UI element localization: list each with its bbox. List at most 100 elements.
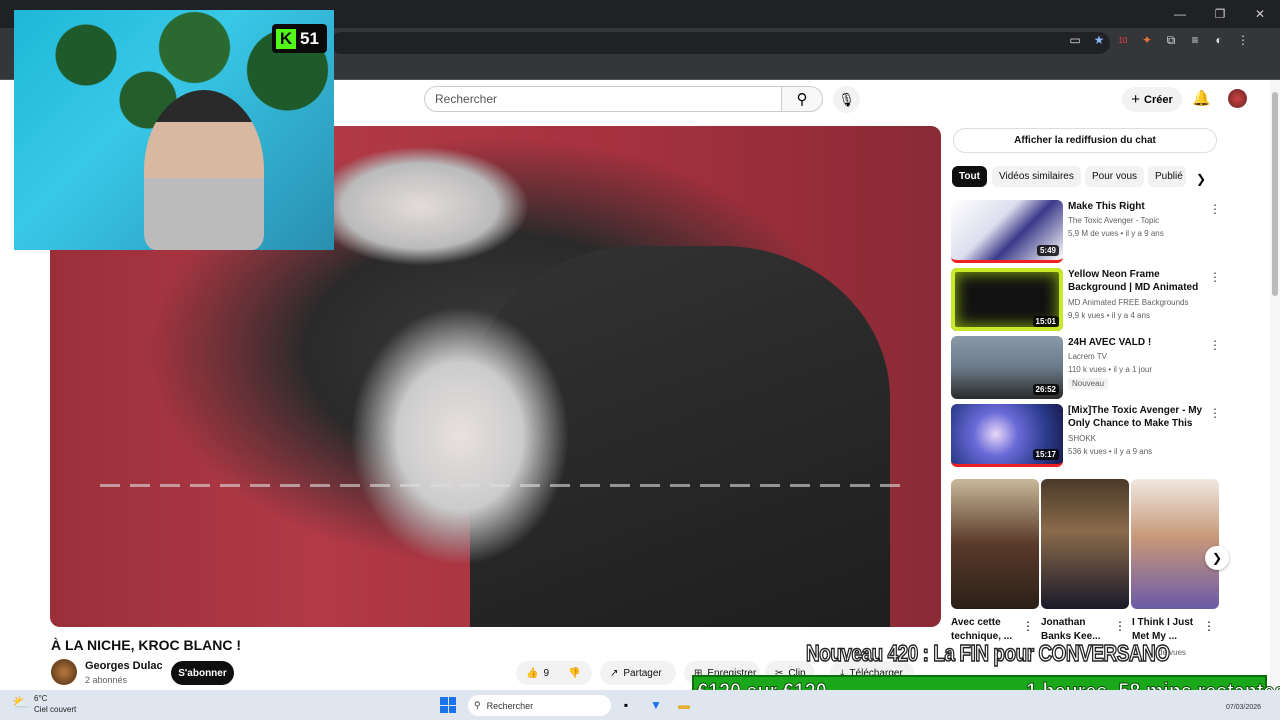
window-controls: — ❐ ✕ (1160, 0, 1280, 28)
like-icon[interactable]: 👍 (526, 668, 538, 679)
like-dislike-group: 👍 9 👎 (516, 661, 592, 685)
mic-icon: 🎙 (838, 91, 855, 107)
more-options-icon[interactable]: ⋮ (1209, 270, 1221, 284)
media-icon[interactable]: ≡ (1188, 33, 1202, 47)
duration-badge: 26:52 (1032, 384, 1059, 395)
folder-icon[interactable]: ▬ (676, 697, 692, 713)
chevron-right-icon: ❯ (1211, 551, 1223, 565)
recommendation-meta: 536 k vues • il y a 9 ans (1068, 447, 1153, 456)
recommendation-thumbnail[interactable]: 15:17 (951, 404, 1063, 467)
more-options-icon[interactable]: ⋮ (1114, 619, 1126, 633)
more-options-icon[interactable]: ⋮ (1203, 619, 1215, 633)
like-count[interactable]: 9 (543, 668, 549, 679)
recommendation-title[interactable]: Make This Right (1068, 200, 1204, 213)
recommendation-title[interactable]: Yellow Neon Frame Background | MD Animat… (1068, 268, 1204, 295)
more-options-icon[interactable]: ⋮ (1209, 406, 1221, 420)
chevron-right-icon[interactable]: ❯ (1196, 172, 1206, 186)
share-button[interactable]: ↗ Partager (600, 661, 676, 685)
minimize-button[interactable]: — (1160, 0, 1200, 28)
recommendation-thumbnail[interactable]: 26:52 (951, 336, 1063, 399)
cloud-icon[interactable]: ⛅ (12, 694, 29, 711)
bookmark-star-icon[interactable]: ★ (1092, 33, 1106, 47)
subscribe-button[interactable]: S'abonner (171, 661, 234, 685)
recommendation-channel[interactable]: Lacrem TV (1068, 352, 1107, 361)
task-view-icon[interactable]: ▪ (618, 697, 634, 713)
channel-avatar[interactable] (51, 659, 77, 685)
maximize-button[interactable]: ❐ (1200, 0, 1240, 28)
kick-logo-icon: K (276, 28, 296, 49)
recommendation-item[interactable]: 15:17 [Mix]The Toxic Avenger - My Only C… (951, 404, 1251, 467)
recommendation-item[interactable]: 5:49 Make This Right The Toxic Avenger -… (951, 200, 1251, 263)
video-title: À LA NICHE, KROC BLANC ! (51, 637, 242, 653)
share-icon: ↗ (610, 667, 619, 679)
profile-icon[interactable]: ◐ (1212, 33, 1226, 47)
search-icon: ⚲ (796, 91, 808, 108)
recommendation-thumbnail[interactable]: 15:01 (951, 268, 1063, 331)
fox-extension-icon[interactable]: ✦ (1140, 33, 1154, 47)
create-button[interactable]: + Créer (1122, 87, 1182, 112)
chip-similar[interactable]: Vidéos similaires (992, 166, 1081, 187)
more-options-icon[interactable]: ⋮ (1022, 619, 1034, 633)
viewer-count: 51 (300, 28, 319, 48)
video-glitch-line (100, 484, 900, 487)
menu-dots-icon[interactable]: ⋮ (1236, 33, 1250, 47)
video-frame-beard (350, 306, 570, 566)
taskbar-date[interactable]: 07/03/2026 (1226, 704, 1261, 711)
viewer-count-badge: K 51 (272, 24, 327, 53)
chip-published[interactable]: Publié (1148, 166, 1186, 187)
short-thumbnail[interactable] (1131, 479, 1219, 609)
recommendation-channel[interactable]: MD Animated FREE Backgrounds (1068, 298, 1189, 307)
short-thumbnail[interactable] (1041, 479, 1129, 609)
recommendation-title[interactable]: 24H AVEC VALD ! (1068, 336, 1204, 349)
new-badge: Nouveau (1068, 378, 1109, 389)
recommendation-thumbnail[interactable]: 5:49 (951, 200, 1063, 263)
close-window-button[interactable]: ✕ (1240, 0, 1280, 28)
extension-badge-icon[interactable]: 10 (1116, 33, 1130, 47)
voice-search-button[interactable]: 🎙 (833, 86, 860, 113)
more-options-icon[interactable]: ⋮ (1209, 338, 1221, 352)
channel-name[interactable]: Georges Dulac (85, 660, 163, 672)
duration-badge: 15:01 (1032, 316, 1059, 327)
cast-icon[interactable]: ▭ (1068, 33, 1082, 47)
recommendation-channel[interactable]: The Toxic Avenger - Topic (1068, 216, 1159, 225)
taskbar-search[interactable]: ⚲ Rechercher (468, 695, 611, 716)
search-input[interactable]: Rechercher (424, 86, 782, 112)
recommendation-item[interactable]: 15:01 Yellow Neon Frame Background | MD … (951, 268, 1251, 331)
shorts-next-button[interactable]: ❯ (1205, 546, 1229, 570)
recommendation-meta: 110 k vues • il y a 1 jour (1068, 365, 1153, 374)
windows-taskbar (0, 690, 1280, 720)
scrollbar-thumb[interactable] (1272, 92, 1278, 296)
recommendation-item[interactable]: 26:52 24H AVEC VALD ! Lacrem TV 110 k vu… (951, 336, 1251, 399)
weather-condition[interactable]: Ciel couvert (34, 705, 76, 714)
address-bar[interactable] (330, 32, 1110, 54)
duration-badge: 15:17 (1032, 449, 1059, 460)
weather-temperature[interactable]: 6°C (34, 694, 47, 703)
duration-badge: 5:49 (1036, 245, 1059, 256)
recommendation-channel[interactable]: SHOKK (1068, 434, 1096, 443)
puzzle-icon[interactable]: ⧉ (1164, 33, 1178, 47)
short-thumbnail[interactable] (951, 479, 1039, 609)
windows-start-icon[interactable] (440, 697, 456, 713)
chip-all[interactable]: Tout (952, 166, 987, 187)
taskbar-search-label: Rechercher (486, 700, 534, 711)
vpn-icon[interactable]: ▼ (648, 697, 664, 713)
notifications-bell-icon[interactable]: 🔔 (1192, 89, 1211, 107)
chip-for-you[interactable]: Pour vous (1085, 166, 1145, 187)
search-button[interactable]: ⚲ (781, 86, 823, 112)
plus-icon: + (1131, 91, 1140, 108)
account-avatar[interactable] (1228, 89, 1247, 108)
video-frame-hat (310, 146, 530, 266)
dislike-icon[interactable]: 👎 (568, 668, 580, 679)
subscriber-count: 2 abonnés (85, 675, 128, 685)
create-label: Créer (1144, 93, 1173, 106)
recommendation-title[interactable]: [Mix]The Toxic Avenger - My Only Chance … (1068, 404, 1204, 431)
share-label: Partager (623, 667, 662, 679)
extension-icons: ▭ ★ 10 ✦ ⧉ ≡ ◐ ⋮ (1068, 33, 1250, 48)
stream-overlay-message: Nouveau 420 : La FIN pour CONVERSANO (805, 639, 1170, 667)
more-options-icon[interactable]: ⋮ (1209, 202, 1221, 216)
webcam-streamer (144, 90, 264, 250)
recommendation-meta: 9,9 k vues • il y a 4 ans (1068, 311, 1150, 320)
chat-replay-button[interactable]: Afficher la rediffusion du chat (953, 128, 1217, 153)
recommendation-meta: 5,9 M de vues • il y a 9 ans (1068, 229, 1164, 238)
search-icon: ⚲ (474, 700, 481, 710)
